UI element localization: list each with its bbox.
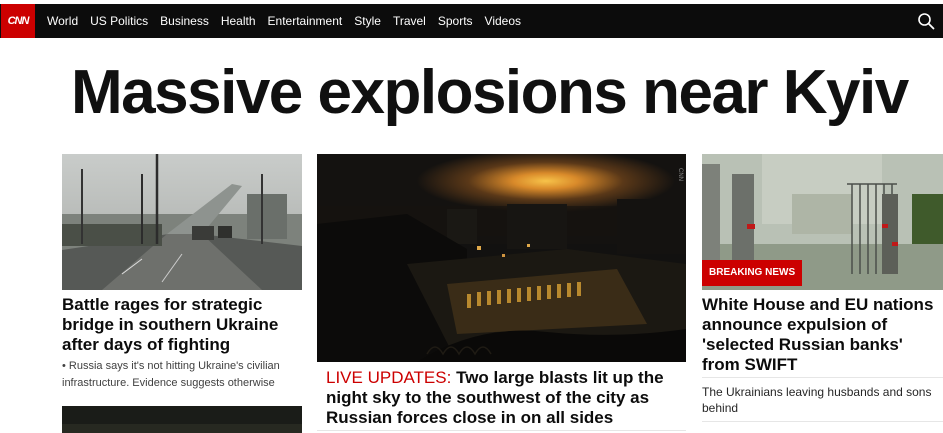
nav-item-us-politics[interactable]: US Politics: [90, 14, 148, 28]
nav-item-world[interactable]: World: [47, 14, 78, 28]
breaking-news-badge: BREAKING NEWS: [702, 260, 803, 286]
center-story-title[interactable]: LIVE UPDATES: Two large blasts lit up th…: [326, 368, 676, 428]
nav-item-travel[interactable]: Travel: [393, 14, 426, 28]
cnn-logo[interactable]: CNN: [1, 4, 35, 38]
svg-text:CNN: CNN: [677, 168, 683, 181]
nav-item-videos[interactable]: Videos: [485, 14, 521, 28]
right-divider: [702, 377, 943, 378]
nav-menu: World US Politics Business Health Entert…: [47, 4, 533, 38]
right-story-subtext[interactable]: The Ukrainians leaving husbands and sons…: [702, 384, 938, 416]
main-headline[interactable]: Massive explosions near Kyiv: [71, 62, 909, 124]
nav-item-sports[interactable]: Sports: [438, 14, 473, 28]
center-divider: [317, 430, 686, 431]
left-story-title[interactable]: Battle rages for strategic bridge in sou…: [62, 295, 302, 355]
nav-item-entertainment[interactable]: Entertainment: [268, 14, 343, 28]
left-story-next-photo[interactable]: [62, 406, 302, 433]
live-updates-label: LIVE UPDATES:: [326, 368, 452, 387]
nav-item-style[interactable]: Style: [354, 14, 381, 28]
kyiv-night-photo[interactable]: CNN: [317, 154, 686, 362]
search-icon[interactable]: [917, 12, 935, 30]
clipped-ticker: [0, 38, 943, 42]
nav-item-health[interactable]: Health: [221, 14, 256, 28]
right-divider-2: [702, 421, 943, 422]
left-story-subtext[interactable]: • Russia says it's not hitting Ukraine's…: [62, 358, 302, 391]
right-story-title[interactable]: White House and EU nations announce expu…: [702, 295, 942, 375]
top-nav: CNN World US Politics Business Health En…: [0, 4, 943, 38]
bridge-photo[interactable]: [62, 154, 302, 290]
nav-item-business[interactable]: Business: [160, 14, 209, 28]
